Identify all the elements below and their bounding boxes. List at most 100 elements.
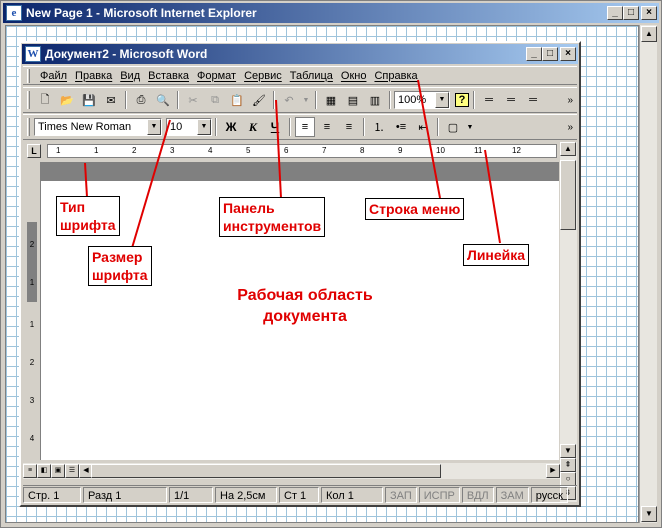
word-minimize-button[interactable]: _ [526,47,542,61]
menu-insert[interactable]: Вставка [144,70,193,82]
toolbar-options-icon[interactable]: » [567,122,573,133]
paste-icon[interactable]: 📋 [227,90,247,110]
ruler-mark: 1 [56,146,61,155]
print-preview-icon[interactable]: 🔍 [153,90,173,110]
ie-minimize-button[interactable]: _ [607,6,623,20]
bold-button[interactable]: Ж [221,117,241,137]
font-value: Times New Roman [38,121,132,133]
web-view-icon[interactable]: ◧ [37,464,51,478]
font-size-select[interactable]: 10 ▼ [166,118,212,136]
horizontal-ruler[interactable]: 1 1 2 3 4 5 6 7 8 9 10 11 12 [47,144,557,158]
vertical-ruler-mark: 4 [29,434,35,443]
open-icon[interactable]: 📂 [57,90,77,110]
outline-view-icon[interactable]: ☰ [65,464,79,478]
menu-edit[interactable]: Правка [71,70,116,82]
menu-window[interactable]: Окно [337,70,371,82]
tab-selector-icon[interactable]: L [27,144,41,158]
font-size-label: Размер шрифта [88,246,152,286]
menu-help[interactable]: Справка [370,70,421,82]
status-position: На 2,5см [215,486,277,503]
menu-view[interactable]: Вид [116,70,144,82]
chevron-down-icon[interactable]: ▼ [147,119,161,135]
select-browse-object-icon[interactable]: ○ [560,472,576,486]
italic-button[interactable]: К [243,117,263,137]
zoom-select[interactable]: 100% ▼ [394,91,450,109]
ie-logo-icon: e [6,5,22,21]
word-maximize-button[interactable]: □ [542,47,558,61]
borders-dropdown-icon[interactable]: ▼ [465,117,475,137]
toolbar-options-icon[interactable]: » [567,95,573,106]
word-title: Документ2 - Microsoft Word [45,47,208,61]
font-type-label: Тип шрифта [56,196,120,236]
print-layout-icon[interactable]: ▣ [51,464,65,478]
align-left-icon[interactable]: ≡ [295,117,315,137]
ie-maximize-button[interactable]: □ [623,6,639,20]
bullet-list-icon[interactable]: •≡ [391,117,411,137]
help-icon[interactable]: ? [455,93,469,107]
line-style-icon[interactable]: ═ [479,90,499,110]
ruler-mark: 2 [132,146,137,155]
previous-page-icon[interactable]: ⇞ [560,458,576,472]
status-ext[interactable]: ВДЛ [461,486,494,503]
align-justify-icon[interactable]: ≡ [339,117,359,137]
scroll-right-icon[interactable]: ▶ [546,464,560,478]
normal-view-icon[interactable]: ≡ [23,464,37,478]
borders-icon[interactable]: ▢ [443,117,463,137]
copy-icon[interactable]: ⧉ [205,90,225,110]
scroll-up-icon[interactable]: ▲ [560,142,576,156]
menu-file[interactable]: Файл [36,70,71,82]
columns-icon[interactable]: ▥ [365,90,385,110]
permission-icon[interactable]: ✉ [101,90,121,110]
underline-button[interactable]: Ч [265,117,285,137]
menu-bar: Файл Правка Вид Вставка Формат Сервис Та… [23,66,577,85]
line-weight-icon[interactable]: ═ [501,90,521,110]
menu-grip[interactable] [27,68,30,83]
border-icon[interactable]: ═ [523,90,543,110]
status-pages: 1/1 [169,486,213,503]
menu-bar-label: Строка меню [365,198,465,220]
toolbar-grip[interactable] [27,118,30,136]
horizontal-scrollbar[interactable]: ≡ ◧ ▣ ☰ ◀ ▶ [23,463,560,479]
word-logo-icon: W [25,46,41,62]
ie-scroll-up-icon[interactable]: ▲ [641,26,657,42]
print-icon[interactable]: ⎙ [131,90,151,110]
align-center-icon[interactable]: ≡ [317,117,337,137]
vertical-ruler[interactable]: 2112345 [23,162,41,481]
font-select[interactable]: Times New Roman ▼ [34,118,162,136]
save-icon[interactable]: 💾 [79,90,99,110]
new-doc-icon[interactable]: 🗋 [35,90,55,110]
status-column: Кол 1 [321,486,383,503]
ruler-row: L 1 1 2 3 4 5 6 7 8 9 10 11 12 [23,142,577,160]
decrease-indent-icon[interactable]: ⇤ [413,117,433,137]
ruler-label: Линейка [463,244,530,266]
scroll-thumb[interactable] [560,160,576,230]
ruler-mark: 4 [208,146,213,155]
status-trk[interactable]: ИСПР [418,486,460,503]
status-ovr[interactable]: ЗАМ [495,486,529,503]
menu-table[interactable]: Таблица [286,70,337,82]
ruler-mark: 7 [322,146,327,155]
numbered-list-icon[interactable]: ⒈ [369,117,389,137]
insert-table-icon[interactable]: ▦ [321,90,341,110]
ruler-mark: 1 [94,146,99,155]
word-close-button[interactable]: × [560,47,576,61]
format-painter-icon[interactable]: 🖌 [249,90,269,110]
h-scroll-thumb[interactable] [91,464,441,478]
table-icon[interactable]: ▤ [343,90,363,110]
chevron-down-icon[interactable]: ▼ [435,92,449,108]
ie-close-button[interactable]: × [641,6,657,20]
cut-icon[interactable]: ✂ [183,90,203,110]
undo-icon[interactable]: ↶ [279,90,299,110]
undo-dropdown-icon[interactable]: ▼ [301,90,311,110]
toolbar-grip[interactable] [27,91,30,109]
menu-format[interactable]: Формат [193,70,240,82]
ie-vertical-scrollbar[interactable]: ▲ ▼ [639,25,657,523]
scroll-down-icon[interactable]: ▼ [560,444,576,458]
menu-tools[interactable]: Сервис [240,70,286,82]
vertical-scrollbar[interactable]: ▲ ▼ ⇞ ○ ⇟ [560,142,577,502]
chevron-down-icon[interactable]: ▼ [197,119,211,135]
ie-scroll-down-icon[interactable]: ▼ [641,506,657,522]
ruler-mark: 11 [474,146,483,155]
status-rec[interactable]: ЗАП [385,486,417,503]
work-area-label: Рабочая область документа [237,287,373,325]
